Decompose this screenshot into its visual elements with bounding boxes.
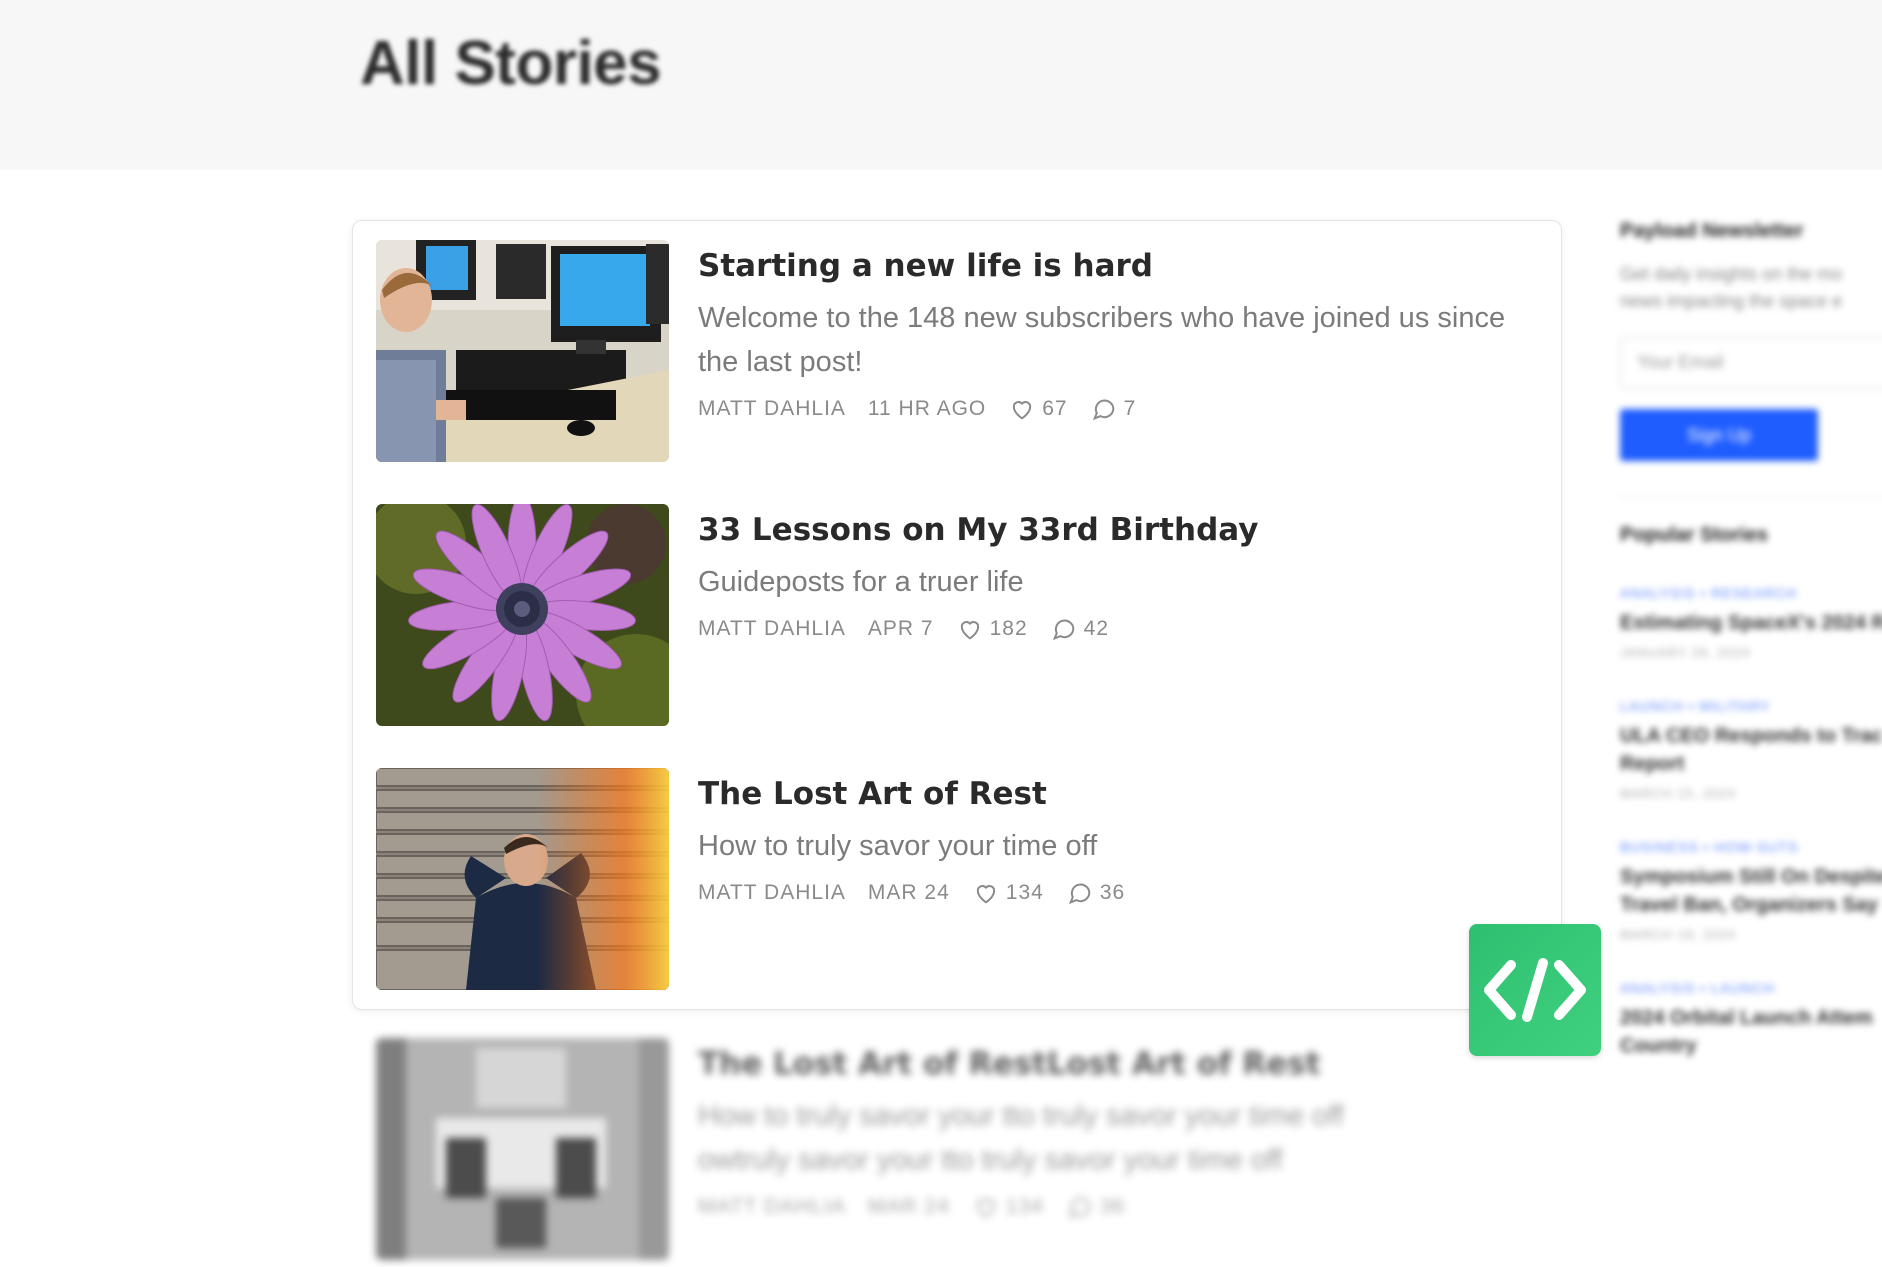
blurred-story-title: The Lost Art of RestLost Art of Rest xyxy=(698,1046,1321,1082)
popular-story-title[interactable]: Estimating SpaceX's 2024 R xyxy=(1620,609,1882,637)
story-time: 11 HR AGO xyxy=(867,397,987,420)
popular-story-tag[interactable]: ANALYSIS • LAUNCH xyxy=(1620,980,1882,996)
email-input[interactable]: Your Email xyxy=(1620,337,1882,389)
blurred-story-subtitle-2: owtruly savor your tto truly savor your … xyxy=(698,1144,1283,1176)
comment-count: 36 xyxy=(1099,881,1126,904)
blurred-story-item: The Lost Art of RestLost Art of Rest How… xyxy=(376,1038,1538,1260)
popular-story-item[interactable]: ANALYSIS • LAUNCH 2024 Orbital Launch At… xyxy=(1620,980,1882,1060)
signup-button[interactable]: Sign Up xyxy=(1620,409,1818,461)
story-subtitle: Guideposts for a truer life xyxy=(698,566,1024,598)
story-time: APR 7 xyxy=(867,617,934,640)
newsletter-text-1: Get daily insights on the mo xyxy=(1620,264,1843,284)
popular-heading: Popular Stories xyxy=(1620,524,1768,546)
story-time: MAR 24 xyxy=(867,881,950,904)
code-embed-button[interactable] xyxy=(1469,924,1601,1056)
popular-story-item[interactable]: ANALYSIS • RESEARCH Estimating SpaceX's … xyxy=(1620,585,1882,660)
heart-icon xyxy=(976,885,995,904)
blurred-comment-count: 36 xyxy=(1099,1195,1126,1218)
like-count: 134 xyxy=(1005,881,1044,904)
popular-story-item[interactable]: BUSINESS • HOW-SUTS Symposium Still On D… xyxy=(1620,839,1882,942)
story-subtitle: Welcome to the 148 new subscribers who h… xyxy=(698,302,1506,378)
comment-icon xyxy=(1068,1197,1091,1219)
heart-icon xyxy=(1013,401,1032,420)
popular-story-date: MARCH 19, 2024 xyxy=(1620,927,1736,942)
like-count: 67 xyxy=(1042,397,1068,420)
comment-icon xyxy=(1068,883,1091,905)
blurred-like: 134 xyxy=(972,1193,1044,1221)
page-title: All Stories xyxy=(360,29,662,98)
story-author[interactable]: MATT DAHLIA xyxy=(698,617,846,641)
story-meta: MATT DAHLIA APR 7 182 42 xyxy=(698,614,1538,644)
blurred-story-meta: MATT DAHLIA MAR 24 134 36 xyxy=(698,1192,1538,1222)
heart-icon xyxy=(960,621,979,640)
comment-button[interactable]: 36 xyxy=(1066,879,1125,907)
popular-story-tag[interactable]: ANALYSIS • RESEARCH xyxy=(1620,585,1882,601)
blurred-story-time: MAR 24 xyxy=(867,1195,950,1218)
man-resting-on-steps-photo[interactable] xyxy=(376,768,669,990)
heart-icon xyxy=(976,1199,995,1218)
popular-story-tag[interactable]: LAUNCH • MILITARY xyxy=(1620,698,1882,714)
popular-story-item[interactable]: LAUNCH • MILITARY ULA CEO Responds to Tr… xyxy=(1620,698,1882,801)
computer-lab-photo[interactable] xyxy=(376,240,669,462)
story-item[interactable]: Starting a new life is hard Welcome to t… xyxy=(376,240,1536,462)
popular-story-date: MARCH 15, 2024 xyxy=(1620,786,1736,801)
story-meta: MATT DAHLIA MAR 24 134 36 xyxy=(698,878,1538,908)
like-button[interactable]: 182 xyxy=(956,615,1028,643)
comment-icon xyxy=(1052,619,1074,641)
popular-story-title[interactable]: ULA CEO Responds to Trac xyxy=(1620,722,1882,750)
newsletter-text-2: news impacting the space e xyxy=(1620,291,1843,311)
sidebar-divider xyxy=(1620,497,1882,498)
popular-story-title-line2[interactable]: Country xyxy=(1620,1032,1882,1060)
popular-story-title[interactable]: Symposium Still On Despite xyxy=(1620,863,1882,891)
pink-daisy-photo[interactable] xyxy=(376,504,669,726)
popular-story-title-line2[interactable]: Travel Ban, Organizers Say xyxy=(1620,891,1882,919)
story-item[interactable]: The Lost Art of Rest How to truly savor … xyxy=(376,768,1536,990)
story-subtitle: How to truly savor your time off xyxy=(698,830,1098,862)
blurred-comment: 36 xyxy=(1066,1193,1125,1221)
popular-story-date: JANUARY 29, 2024 xyxy=(1620,645,1751,660)
newsletter-heading: Payload Newsletter xyxy=(1620,220,1804,242)
story-title[interactable]: 33 Lessons on My 33rd Birthday xyxy=(698,508,1538,552)
blurred-story-author: MATT DAHLIA xyxy=(698,1195,846,1218)
story-meta: MATT DAHLIA 11 HR AGO 67 7 xyxy=(698,394,1538,424)
story-item[interactable]: 33 Lessons on My 33rd Birthday Guidepost… xyxy=(376,504,1536,726)
popular-story-tag[interactable]: BUSINESS • HOW-SUTS xyxy=(1620,839,1882,855)
comment-button[interactable]: 7 xyxy=(1090,395,1137,423)
comment-button[interactable]: 42 xyxy=(1050,615,1109,643)
story-title[interactable]: The Lost Art of Rest xyxy=(698,772,1538,816)
sidebar: Payload Newsletter Get daily insights on… xyxy=(1620,220,1882,1060)
page-header xyxy=(0,0,1882,170)
comment-icon xyxy=(1092,399,1114,421)
blurred-like-count: 134 xyxy=(1005,1195,1044,1218)
code-brackets-icon xyxy=(1484,958,1586,1022)
story-author[interactable]: MATT DAHLIA xyxy=(698,397,846,421)
popular-story-title[interactable]: 2024 Orbital Launch Attem xyxy=(1620,1004,1882,1032)
blurred-story-subtitle-1: How to truly savor your tto truly savor … xyxy=(698,1100,1344,1132)
like-button[interactable]: 134 xyxy=(972,879,1044,907)
comment-count: 42 xyxy=(1083,617,1110,640)
like-count: 182 xyxy=(989,617,1028,640)
story-title[interactable]: Starting a new life is hard xyxy=(698,244,1538,288)
story-author[interactable]: MATT DAHLIA xyxy=(698,881,846,905)
popular-story-title-line2[interactable]: Report xyxy=(1620,750,1882,778)
machine-photo xyxy=(376,1038,669,1260)
comment-count: 7 xyxy=(1123,397,1137,420)
like-button[interactable]: 67 xyxy=(1008,395,1067,423)
